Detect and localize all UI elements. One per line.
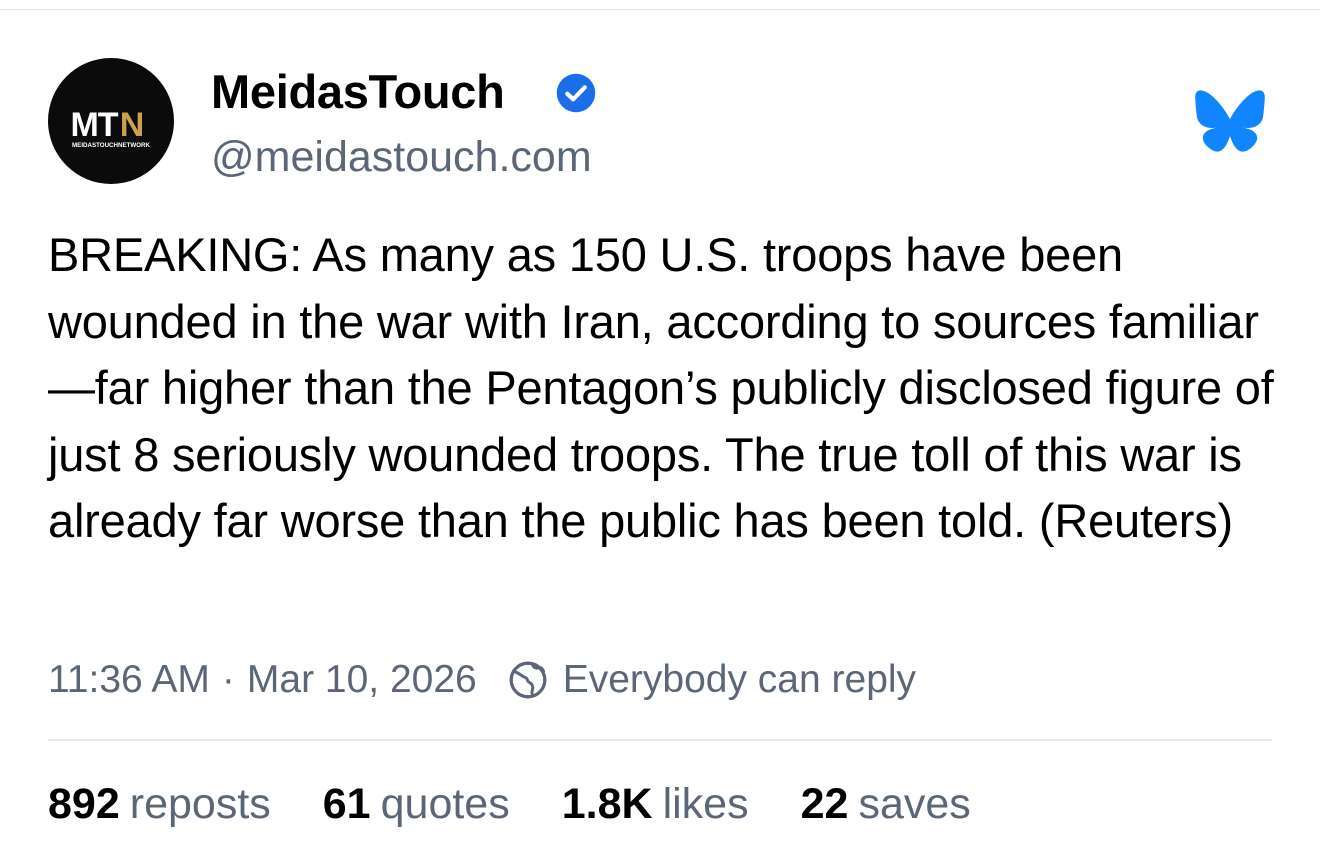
reposts-count: 892 (48, 780, 120, 828)
author-name[interactable]: MeidasTouch (211, 62, 505, 122)
likes-label: likes (662, 780, 749, 828)
verified-badge-icon (556, 73, 596, 113)
engagement-stats: 892 reposts 61 quotes 1.8K likes 22 saves (48, 776, 1023, 832)
likes-count: 1.8K (561, 780, 653, 828)
mtn-logo: MT N MEIDASTOUCHNETWORK (70, 106, 150, 149)
top-divider (0, 9, 1320, 10)
reposts-stat[interactable]: 892 reposts (48, 776, 271, 832)
quotes-label: quotes (380, 780, 510, 828)
logo-n-text: N (120, 106, 145, 144)
likes-stat[interactable]: 1.8K likes (562, 776, 749, 832)
quotes-stat[interactable]: 61 quotes (323, 776, 510, 832)
post-time[interactable]: 11:36 AM (48, 658, 210, 702)
avatar[interactable]: MT N MEIDASTOUCHNETWORK (48, 58, 174, 184)
reply-setting[interactable]: Everybody can reply (507, 658, 916, 702)
author-handle[interactable]: @meidastouch.com (211, 129, 592, 185)
reply-setting-label: Everybody can reply (562, 658, 917, 701)
reposts-label: reposts (129, 780, 271, 828)
quotes-count: 61 (322, 780, 371, 828)
bluesky-butterfly-icon[interactable] (1194, 88, 1266, 154)
logo-subtitle-text: MEIDASTOUCHNETWORK (72, 142, 150, 149)
saves-count: 22 (800, 780, 849, 828)
saves-label: saves (858, 780, 971, 828)
post-meta: 11:36 AM · Mar 10, 2026 Everybody can re… (48, 652, 916, 708)
globe-icon (509, 661, 547, 699)
meta-separator: · (221, 658, 235, 701)
stats-divider (48, 739, 1272, 741)
saves-stat[interactable]: 22 saves (801, 776, 971, 832)
post-text: BREAKING: As many as 150 U.S. troops hav… (48, 228, 1274, 547)
logo-mt-text: MT (70, 106, 118, 144)
post-date[interactable]: Mar 10, 2026 (247, 658, 477, 702)
